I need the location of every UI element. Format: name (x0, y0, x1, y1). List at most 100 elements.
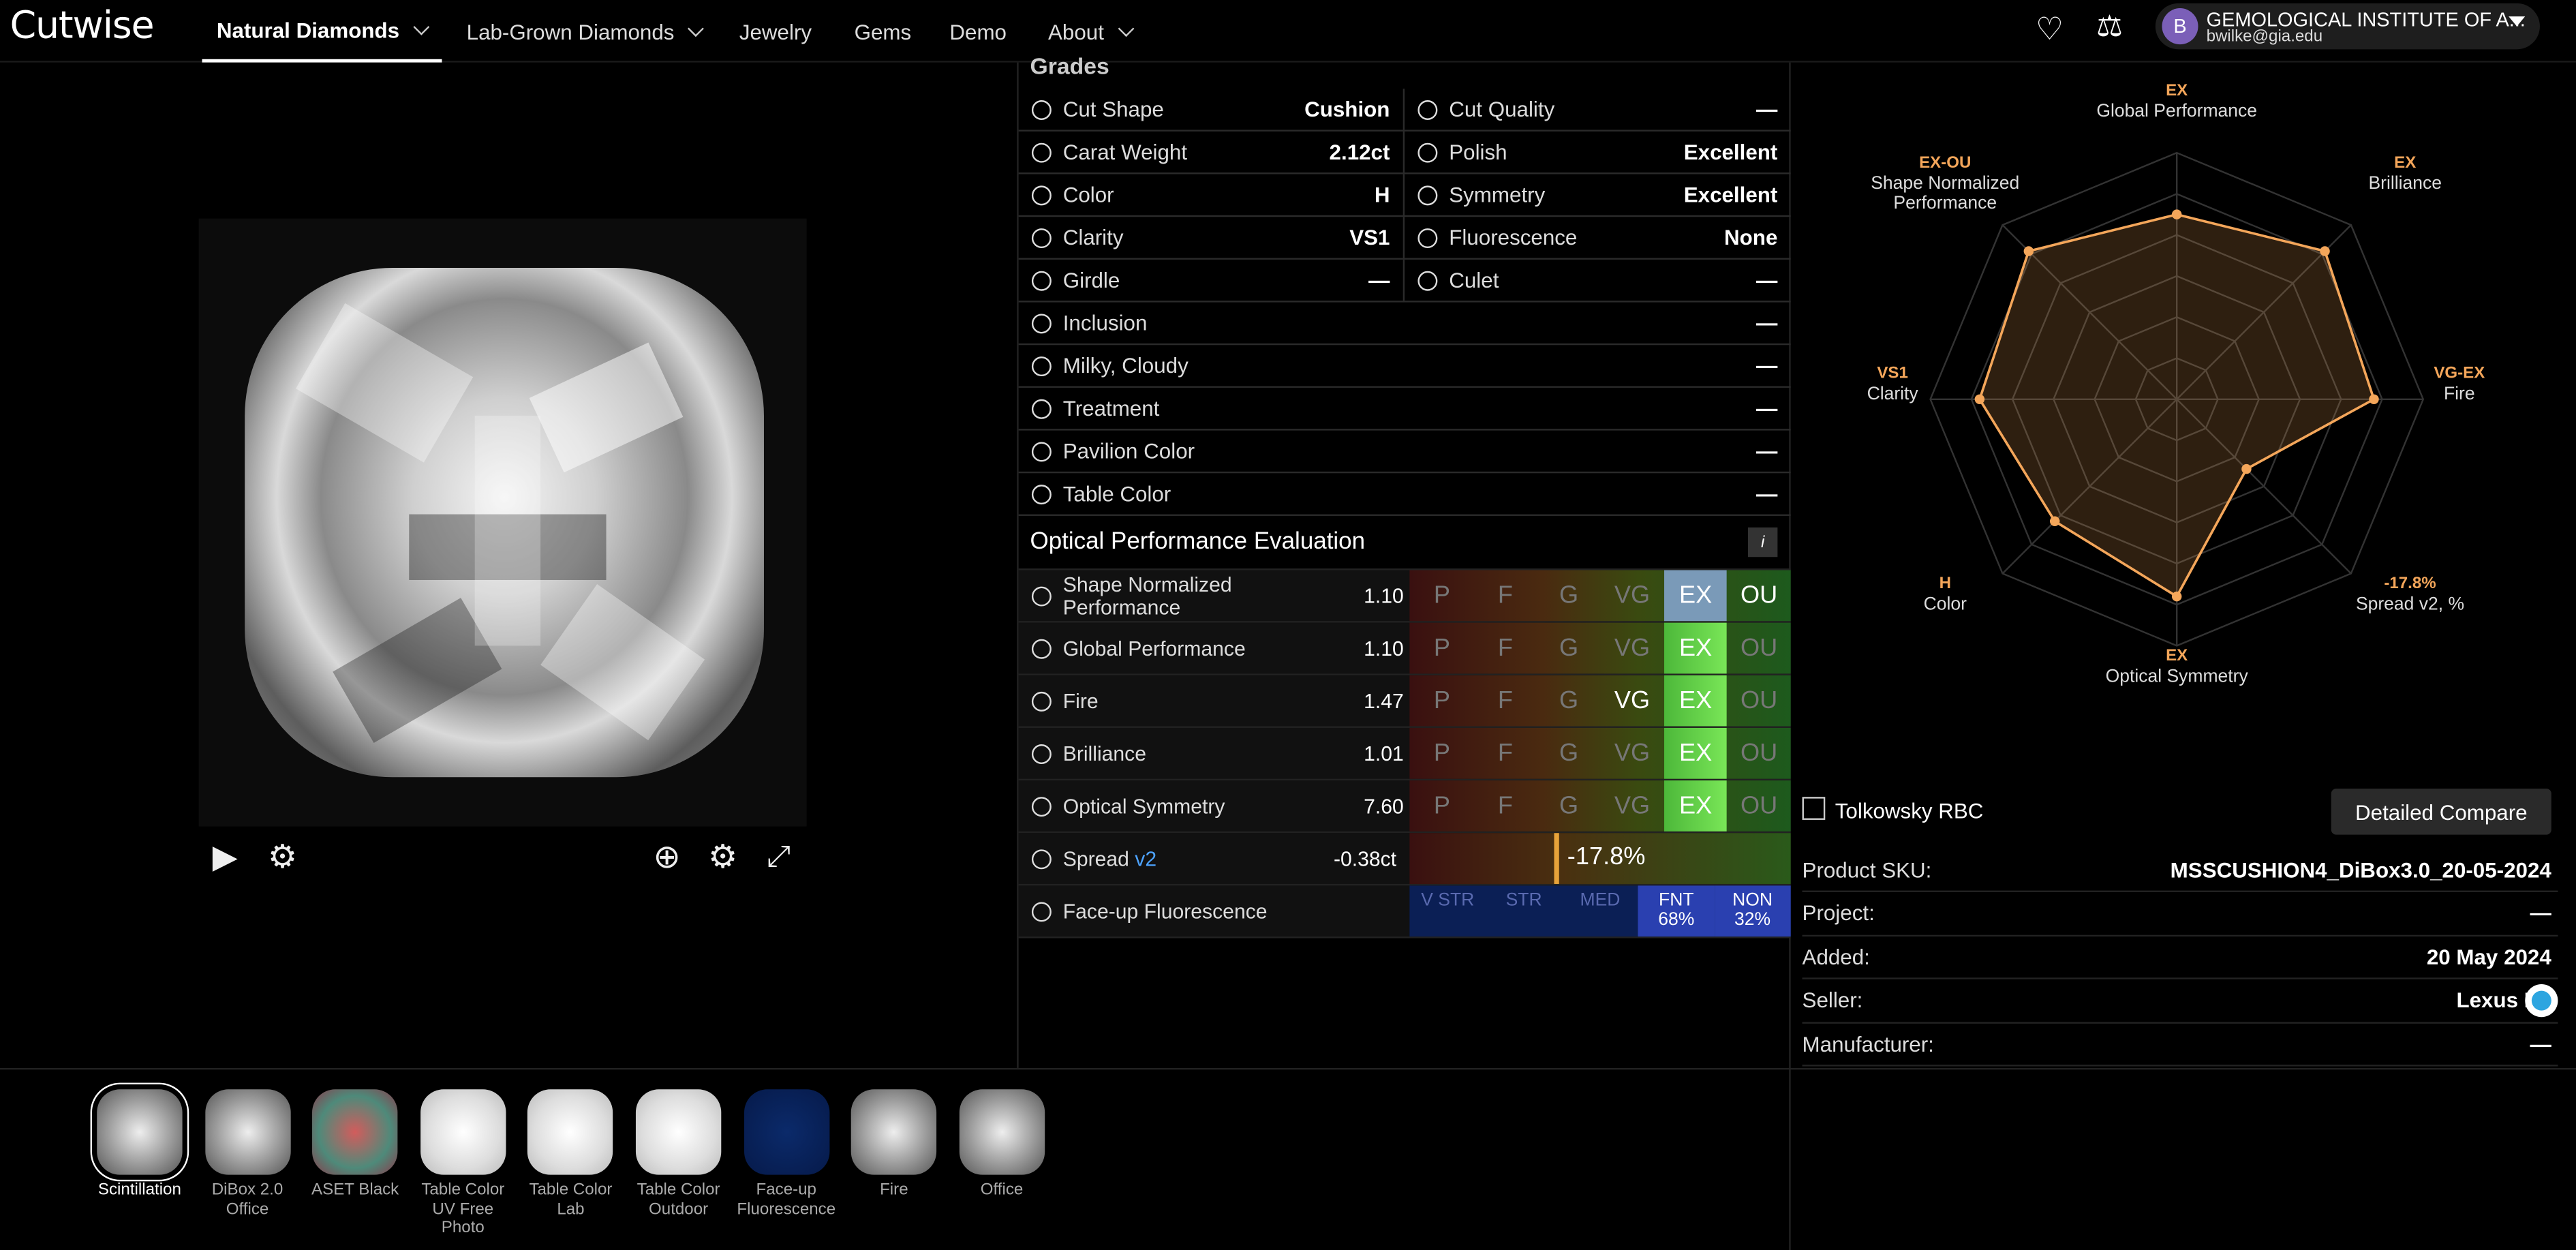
detailed-compare-button[interactable]: Detailed Compare (2331, 789, 2551, 835)
grade-cell: F (1497, 634, 1514, 662)
optical-icon (1031, 743, 1052, 763)
grade-cell: VG (1614, 686, 1651, 715)
thumbnail-8[interactable]: Office (953, 1089, 1052, 1200)
thumbnail-5[interactable]: Table Color Outdoor (629, 1089, 728, 1219)
nav-lab-grown-diamonds[interactable]: Lab-Grown Diamonds (467, 0, 705, 63)
grade-cell: VG (1614, 634, 1651, 662)
chevron-down-icon (688, 20, 705, 36)
grade-icon (1417, 142, 1438, 162)
thumbnail-image (959, 1089, 1045, 1175)
radar-series (1978, 213, 2376, 598)
spread-label: Spread (1062, 847, 1129, 870)
thumbnail-label: Table Color Lab (529, 1181, 613, 1219)
grade-value: Cushion (1304, 97, 1390, 122)
chat-widget-button[interactable] (2525, 984, 2558, 1018)
detail-label: Product SKU: (1802, 857, 1932, 882)
thumbnail-0[interactable]: Scintillation (90, 1082, 189, 1200)
optical-icon (1031, 585, 1052, 606)
grade-icon (1417, 185, 1438, 205)
grade-cell: P (1433, 791, 1451, 820)
radar-axis-grade: EX (2166, 81, 2188, 100)
thumbnail-label: Fire (880, 1181, 908, 1200)
compare-scale-icon[interactable]: ⚖ (2096, 10, 2123, 44)
grade-cell: G (1559, 739, 1579, 767)
info-icon[interactable]: i (1747, 527, 1778, 558)
sun-icon (1031, 901, 1052, 921)
fluorescence-scale: V STR STR MED FNT 68% NON 32% (1409, 885, 1791, 937)
thumbnail-2[interactable]: ASET Black (306, 1089, 405, 1200)
grade-icon (1031, 441, 1052, 461)
radar-axis-label: Optical Symmetry (2106, 665, 2249, 686)
avatar: B (2162, 8, 2198, 45)
grade-cell: F (1497, 581, 1514, 610)
grade-value: — (1368, 267, 1390, 293)
fullscreen-icon[interactable]: ⤢ (754, 832, 803, 881)
tolkowsky-checkbox[interactable] (1802, 797, 1826, 820)
diamond-viewer[interactable] (198, 218, 807, 827)
thumbnail-label: DiBox 2.0 Office (211, 1181, 283, 1219)
fluorescence-row: Face-up Fluorescence V STR STR MED FNT 68% NO… (1018, 885, 1791, 939)
zoom-in-icon[interactable]: ⊕ (643, 832, 692, 881)
thumbnail-1[interactable]: DiBox 2.0 Office (198, 1089, 297, 1219)
radar-axis-label: Clarity (1867, 383, 1919, 403)
grade-cell: OU (1741, 581, 1778, 610)
detail-row: Manufacturer: — (1802, 1022, 2558, 1067)
optical-row: Global Performance 1.10 P F G VG EX OU (1018, 622, 1791, 675)
radar-point (1974, 394, 1985, 405)
settings-gear-icon[interactable]: ⚙ (699, 832, 748, 881)
radar-axis-label: Shape Normalized (1871, 172, 2019, 193)
thumbnail-4[interactable]: Table Color Lab (521, 1089, 620, 1219)
grade-cell: EX (1663, 622, 1728, 674)
thumbnail-7[interactable]: Fire (845, 1089, 944, 1200)
grade-label: Treatment (1062, 395, 1160, 421)
spread-row: Spread v2 -0.38ct -17.8% (1018, 833, 1791, 886)
grade-icon (1031, 142, 1052, 162)
detail-value: — (2530, 1031, 2551, 1056)
user-menu[interactable]: B GEMOLOGICAL INSTITUTE OF A... bwilke@g… (2155, 3, 2540, 50)
detail-label: Seller: (1802, 988, 1863, 1013)
thumbnail-3[interactable]: Table Color UV Free Photo (414, 1089, 512, 1238)
heart-icon[interactable]: ♡ (2036, 12, 2064, 49)
radar-axis-label: Fire (2444, 383, 2475, 403)
radar-point (2049, 516, 2060, 527)
nav-jewelry[interactable]: Jewelry (739, 0, 812, 63)
optical-value: 1.01 (1364, 742, 1404, 765)
grade-icon (1417, 227, 1438, 247)
grade-label: Carat Weight (1062, 139, 1188, 165)
spread-value: -0.38ct (1333, 847, 1397, 870)
grade-cell: G (1559, 791, 1579, 820)
grade-cell: OU (1741, 739, 1778, 767)
grade-value: — (1756, 353, 1778, 378)
settings-gear-icon[interactable]: ⚙ (258, 832, 307, 881)
optical-title: Optical Performance Evaluation (1030, 529, 1366, 555)
nav-demo[interactable]: Demo (949, 0, 1007, 63)
grade-value: — (1756, 97, 1778, 122)
grade-value: 2.12ct (1329, 139, 1390, 165)
nav-natural-diamonds[interactable]: Natural Diamonds (202, 0, 442, 63)
play-icon[interactable]: ▶ (200, 832, 249, 881)
fluorescence-label: Face-up Fluorescence (1062, 899, 1268, 923)
grade-cell: P (1433, 634, 1451, 662)
spread-version-link[interactable]: v2 (1135, 847, 1156, 870)
spread-icon (1031, 849, 1052, 869)
radar-point (2171, 591, 2182, 602)
grade-cell: OU (1741, 686, 1778, 715)
optical-value: 7.60 (1364, 794, 1404, 818)
radar-axis-grade: -17.8% (2384, 574, 2436, 592)
nav-gems[interactable]: Gems (855, 0, 912, 63)
grade-label: Cut Shape (1062, 97, 1164, 122)
detail-value: — (2530, 900, 2551, 926)
radar-axis-label: Spread v2, % (2356, 593, 2464, 613)
grade-label: Cut Quality (1449, 97, 1555, 122)
grade-label: Culet (1449, 267, 1499, 293)
grade-row: Carat Weight 2.12ct Polish Excellent (1018, 130, 1791, 174)
grade-value: H (1374, 182, 1390, 207)
detail-row: Added: 20 May 2024 (1802, 935, 2558, 980)
thumbnail-6[interactable]: Face-up Fluorescence (737, 1089, 835, 1219)
cutwise-logo[interactable]: Cutwise (10, 5, 154, 48)
grade-row: Clarity VS1 Fluorescence None (1018, 216, 1791, 260)
thumbnail-label: Office (980, 1181, 1024, 1200)
grade-value: Excellent (1683, 182, 1778, 207)
grade-cell: VG (1614, 791, 1651, 820)
grade-label: Girdle (1062, 267, 1120, 293)
